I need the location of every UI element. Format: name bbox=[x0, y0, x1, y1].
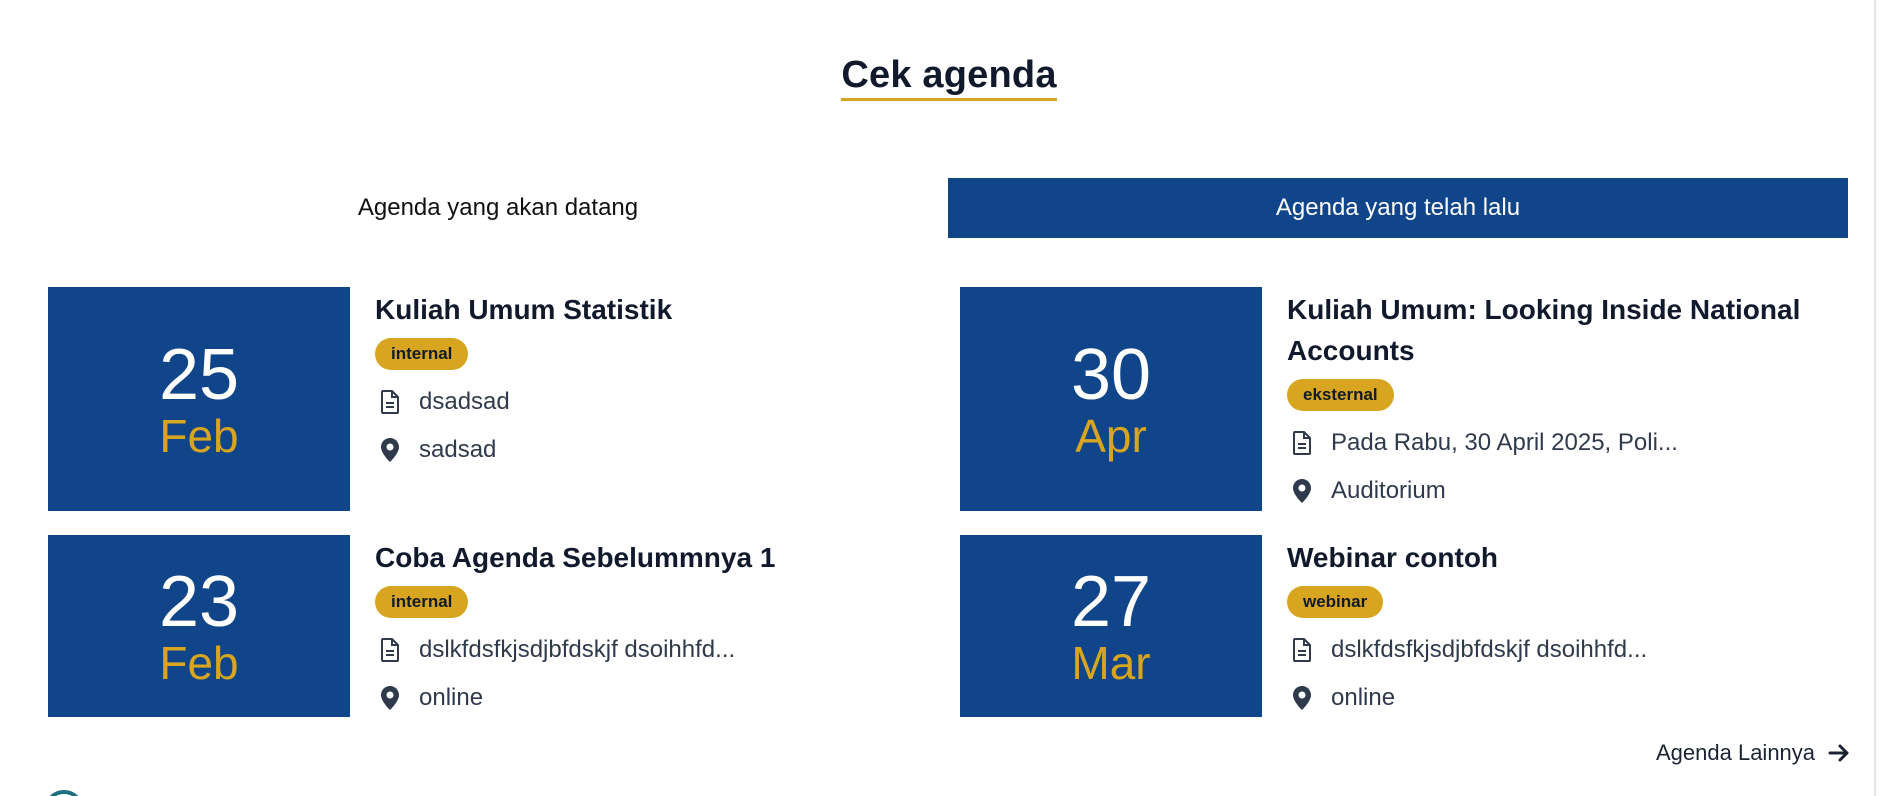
map-pin-icon bbox=[1290, 477, 1314, 505]
description-text: dslkfdsfkjsdjbfdskjf dsoihhfd... bbox=[419, 636, 736, 663]
page-scroll-edge bbox=[1874, 0, 1876, 796]
document-icon bbox=[378, 636, 402, 664]
map-pin-icon bbox=[378, 684, 402, 712]
agenda-location: online bbox=[1287, 674, 1810, 722]
category-badge: webinar bbox=[1287, 586, 1384, 618]
date-box: 25 Feb bbox=[48, 287, 350, 511]
agenda-location: Auditorium bbox=[1287, 467, 1810, 515]
agenda-title[interactable]: Webinar contoh bbox=[1287, 537, 1810, 578]
agenda-description: dsadsad bbox=[375, 378, 898, 426]
map-pin-icon bbox=[378, 436, 402, 464]
agenda-card[interactable]: 27 Mar Webinar contoh webinar dslkfdsfkj… bbox=[960, 535, 1810, 717]
date-day: 30 bbox=[1070, 335, 1152, 415]
date-day: 25 bbox=[158, 335, 240, 415]
description-text: dslkfdsfkjsdjbfdskjf dsoihhfd... bbox=[1331, 636, 1648, 663]
agenda-title[interactable]: Kuliah Umum: Looking Inside National Acc… bbox=[1287, 289, 1810, 371]
tab-past[interactable]: Agenda yang telah lalu bbox=[948, 178, 1848, 238]
date-box: 30 Apr bbox=[960, 287, 1262, 511]
description-text: Pada Rabu, 30 April 2025, Poli... bbox=[1331, 429, 1678, 456]
document-icon bbox=[1290, 636, 1314, 664]
document-icon bbox=[378, 388, 402, 416]
date-month: Apr bbox=[1075, 410, 1147, 462]
date-box: 27 Mar bbox=[960, 535, 1262, 717]
agenda-info: Kuliah Umum Statistik internal dsadsad s… bbox=[350, 287, 898, 511]
agenda-card[interactable]: 25 Feb Kuliah Umum Statistik internal ds… bbox=[48, 287, 898, 511]
agenda-description: dslkfdsfkjsdjbfdskjf dsoihhfd... bbox=[1287, 626, 1810, 674]
location-text: sadsad bbox=[419, 436, 497, 463]
agenda-location: sadsad bbox=[375, 426, 898, 474]
map-pin-icon bbox=[1290, 684, 1314, 712]
agenda-info: Kuliah Umum: Looking Inside National Acc… bbox=[1262, 287, 1810, 511]
category-badge: eksternal bbox=[1287, 379, 1394, 411]
agenda-card[interactable]: 30 Apr Kuliah Umum: Looking Inside Natio… bbox=[960, 287, 1810, 511]
partial-circle-icon bbox=[44, 790, 84, 796]
date-day: 23 bbox=[158, 562, 240, 642]
agenda-description: dslkfdsfkjsdjbfdskjf dsoihhfd... bbox=[375, 626, 898, 674]
document-icon bbox=[1290, 429, 1314, 457]
date-month: Feb bbox=[159, 637, 239, 689]
agenda-description: Pada Rabu, 30 April 2025, Poli... bbox=[1287, 419, 1810, 467]
location-text: online bbox=[1331, 684, 1396, 711]
agenda-tabs: Agenda yang akan datang Agenda yang tela… bbox=[48, 178, 1848, 238]
date-month: Feb bbox=[159, 410, 239, 462]
agenda-title[interactable]: Kuliah Umum Statistik bbox=[375, 289, 898, 330]
category-badge: internal bbox=[375, 338, 469, 370]
agenda-card[interactable]: 23 Feb Coba Agenda Sebelummnya 1 interna… bbox=[48, 535, 898, 717]
section-header: Cek agenda bbox=[0, 56, 1898, 101]
agenda-title[interactable]: Coba Agenda Sebelummnya 1 bbox=[375, 537, 898, 578]
tab-upcoming[interactable]: Agenda yang akan datang bbox=[48, 178, 948, 238]
location-text: online bbox=[419, 684, 484, 711]
location-text: Auditorium bbox=[1331, 477, 1446, 504]
agenda-info: Webinar contoh webinar dslkfdsfkjsdjbfds… bbox=[1262, 535, 1810, 717]
arrow-right-icon bbox=[1827, 741, 1851, 765]
date-month: Mar bbox=[1071, 637, 1151, 689]
description-text: dsadsad bbox=[419, 388, 510, 415]
date-day: 27 bbox=[1070, 562, 1152, 642]
more-agenda-label: Agenda Lainnya bbox=[1656, 740, 1816, 765]
category-badge: internal bbox=[375, 586, 469, 618]
agenda-info: Coba Agenda Sebelummnya 1 internal dslkf… bbox=[350, 535, 898, 717]
agenda-location: online bbox=[375, 674, 898, 722]
date-box: 23 Feb bbox=[48, 535, 350, 717]
section-title: Cek agenda bbox=[841, 56, 1057, 101]
more-agenda-link[interactable]: Agenda Lainnya bbox=[1656, 740, 1851, 766]
